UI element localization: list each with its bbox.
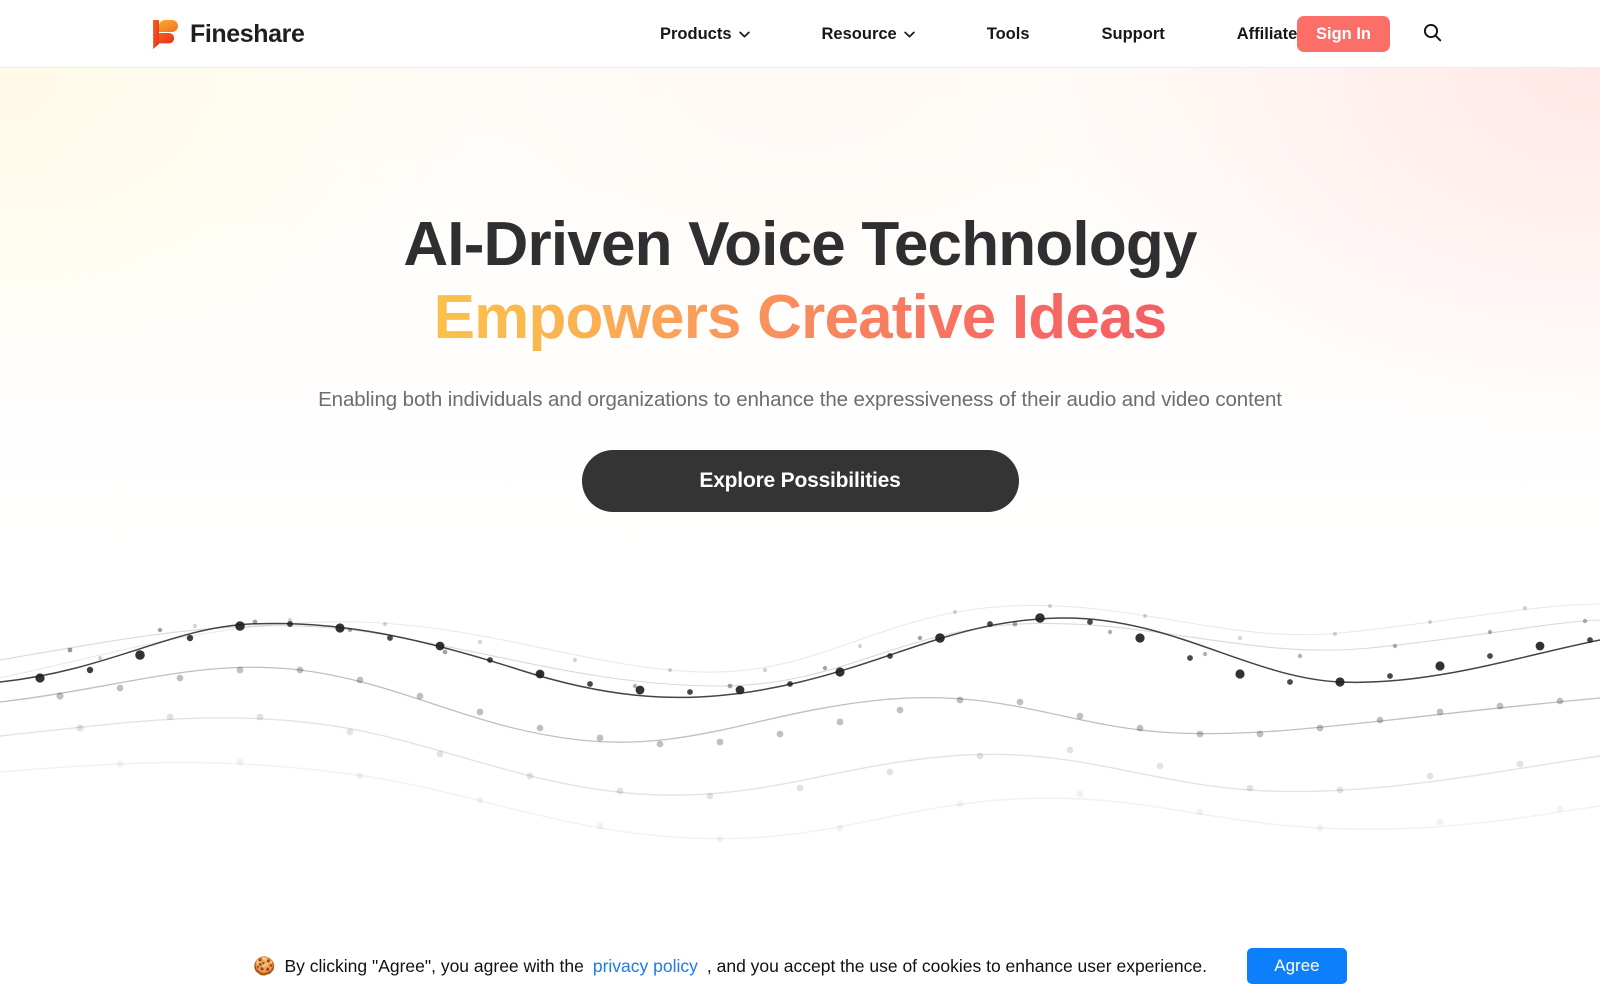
chevron-down-icon xyxy=(738,31,750,38)
nav-label: Support xyxy=(1101,24,1165,43)
nav-label: Resource xyxy=(821,24,897,43)
brand-name: Fineshare xyxy=(190,19,305,48)
hero-headline-line2: Empowers Creative Ideas xyxy=(434,281,1168,354)
nav-item-products[interactable]: Products xyxy=(660,25,750,44)
chevron-down-icon xyxy=(904,31,915,38)
nav-item-support[interactable]: Support xyxy=(1102,25,1165,44)
nav-item-affiliate[interactable]: Affiliate xyxy=(1237,25,1298,44)
nav-item-resource[interactable]: Resource xyxy=(822,25,915,44)
hero-subtitle: Enabling both individuals and organizati… xyxy=(318,388,1282,412)
search-icon xyxy=(1423,23,1442,45)
hero-headline-line1: AI-Driven Voice Technology xyxy=(403,210,1197,279)
cookie-text-after-link: , and you accept the use of cookies to e… xyxy=(706,955,1207,976)
sign-in-button[interactable]: Sign In xyxy=(1297,16,1390,52)
fineshare-f-logo-icon xyxy=(150,18,180,50)
hero-section: AI-Driven Voice Technology Empowers Crea… xyxy=(0,68,1600,513)
privacy-policy-link[interactable]: privacy policy xyxy=(593,956,698,977)
hero-headline-line2-wrap: Empowers Creative Ideas xyxy=(0,281,1600,354)
nav-item-tools[interactable]: Tools xyxy=(987,25,1030,44)
cookie-consent-banner: 🍪 By clicking "Agree", you agree with th… xyxy=(0,932,1600,1000)
nav-label: Tools xyxy=(986,24,1030,43)
cookie-message: 🍪 By clicking "Agree", you agree with th… xyxy=(253,956,1207,977)
hero-cta-wrapper: Explore Possibilities xyxy=(0,450,1600,513)
cookie-banner-inner: 🍪 By clicking "Agree", you agree with th… xyxy=(253,948,1347,984)
search-button[interactable] xyxy=(1418,20,1446,48)
nav-label: Affiliate xyxy=(1236,24,1298,43)
cookie-text-before-link: By clicking "Agree", you agree with the xyxy=(284,955,584,976)
page-root: Fineshare Products Resource Tools Suppor… xyxy=(0,0,1600,1000)
cookie-icon: 🍪 xyxy=(253,956,276,976)
brand-logo-link[interactable]: Fineshare xyxy=(150,0,305,68)
nav-label: Products xyxy=(660,24,732,43)
site-header: Fineshare Products Resource Tools Suppor… xyxy=(0,0,1600,68)
explore-possibilities-button[interactable]: Explore Possibilities xyxy=(581,450,1019,513)
agree-button[interactable]: Agree xyxy=(1246,948,1347,984)
main-navigation: Products Resource Tools Support Affiliat… xyxy=(660,0,1297,68)
